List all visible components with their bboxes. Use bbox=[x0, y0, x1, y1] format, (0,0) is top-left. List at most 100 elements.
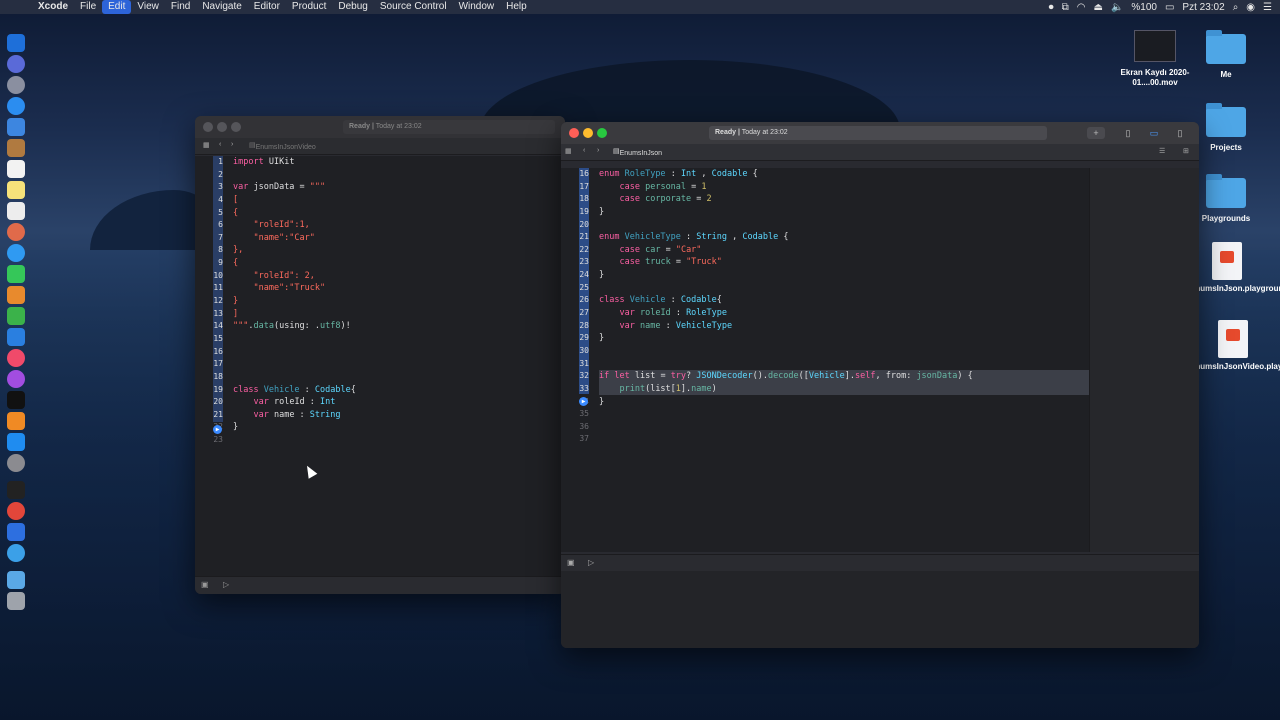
code-line[interactable]: 31 bbox=[561, 358, 1089, 371]
back-icon[interactable]: ‹ bbox=[219, 141, 221, 148]
inspector-toggle-icon[interactable]: ▯ bbox=[1171, 127, 1189, 139]
hide-debug-area-icon[interactable]: ▣ bbox=[567, 558, 575, 567]
code-line[interactable]: 3 var jsonData = """ bbox=[195, 181, 565, 194]
code-editor[interactable]: 16 enum RoleType : Int , Codable {17 case… bbox=[561, 168, 1089, 552]
code-line[interactable]: 19} bbox=[561, 206, 1089, 219]
code-line[interactable]: 18 case corporate = 2 bbox=[561, 193, 1089, 206]
code-line[interactable]: 33 print(list[1].name) bbox=[561, 383, 1089, 396]
code-line[interactable]: 27 var roleId : RoleType bbox=[561, 307, 1089, 320]
books-icon[interactable] bbox=[7, 412, 25, 430]
menu-help[interactable]: Help bbox=[500, 0, 533, 14]
code-line[interactable]: 34} bbox=[561, 396, 1089, 409]
add-editor-icon[interactable]: ⊞ bbox=[1183, 147, 1189, 155]
music-icon[interactable] bbox=[7, 349, 25, 367]
code-line[interactable]: 11 "name":"Truck" bbox=[195, 282, 565, 295]
code-line[interactable]: 20 bbox=[561, 219, 1089, 232]
wifi-icon[interactable]: ◠ bbox=[1077, 2, 1086, 13]
chrome-icon[interactable] bbox=[7, 502, 25, 520]
close-button[interactable] bbox=[203, 122, 213, 132]
menu-window[interactable]: Window bbox=[453, 0, 501, 14]
run-to-line-icon[interactable]: ▶ bbox=[213, 425, 222, 434]
code-line[interactable]: 2 bbox=[195, 169, 565, 182]
code-line[interactable]: 17 case personal = 1 bbox=[561, 181, 1089, 194]
launchpad-icon[interactable] bbox=[7, 76, 25, 94]
code-line[interactable]: 18 bbox=[195, 371, 565, 384]
forward-icon[interactable]: › bbox=[597, 147, 599, 154]
code-line[interactable]: 37 bbox=[561, 433, 1089, 446]
code-line[interactable]: 15 bbox=[195, 333, 565, 346]
zoom-button[interactable] bbox=[597, 128, 607, 138]
podcasts-icon[interactable] bbox=[7, 370, 25, 388]
code-line[interactable]: 20 var roleId : Int bbox=[195, 396, 565, 409]
menu-navigate[interactable]: Navigate bbox=[196, 0, 247, 14]
notes-icon[interactable] bbox=[7, 181, 25, 199]
eject-icon[interactable]: ⏏ bbox=[1093, 2, 1102, 13]
pages-icon[interactable] bbox=[7, 286, 25, 304]
trash-icon[interactable] bbox=[7, 592, 25, 610]
photos-icon[interactable] bbox=[7, 223, 25, 241]
code-line[interactable]: 23 case truck = "Truck" bbox=[561, 256, 1089, 269]
hide-debug-area-icon[interactable]: ▣ bbox=[201, 580, 209, 589]
downloads-folder-icon[interactable] bbox=[7, 571, 25, 589]
desktop-item-enumsinjson-playground[interactable]: EnumsInJson.playground bbox=[1190, 242, 1280, 294]
app-store-icon[interactable] bbox=[7, 433, 25, 451]
library-add-button[interactable]: + bbox=[1087, 127, 1105, 139]
code-line[interactable]: 35 bbox=[561, 408, 1089, 421]
code-line[interactable]: 9{ bbox=[195, 257, 565, 270]
system-preferences-icon[interactable] bbox=[7, 454, 25, 472]
menu-source-control[interactable]: Source Control bbox=[374, 0, 453, 14]
siri-icon[interactable]: ◉ bbox=[1246, 2, 1255, 13]
menu-view[interactable]: View bbox=[131, 0, 165, 14]
safari-icon[interactable] bbox=[7, 97, 25, 115]
code-line[interactable]: 16 enum RoleType : Int , Codable { bbox=[561, 168, 1089, 181]
desktop-item-enumsinjsonvideo-playground[interactable]: EnumsInJsonVideo.playground bbox=[1190, 320, 1280, 372]
code-line[interactable]: 13] bbox=[195, 308, 565, 321]
code-line[interactable]: 25 bbox=[561, 282, 1089, 295]
execute-playground-icon[interactable]: ▷ bbox=[588, 558, 594, 567]
grid-icon[interactable]: ▦ bbox=[565, 147, 572, 155]
code-line[interactable]: 10 "roleId": 2, bbox=[195, 270, 565, 283]
code-line[interactable]: 30 bbox=[561, 345, 1089, 358]
debug-area-toggle-icon[interactable]: ▭ bbox=[1145, 127, 1163, 139]
terminal-icon[interactable] bbox=[7, 481, 25, 499]
code-line[interactable]: 14 """.data(using: .utf8)! bbox=[195, 320, 565, 333]
editor-options-icon[interactable]: ☰ bbox=[1159, 147, 1165, 155]
minimize-button[interactable] bbox=[583, 128, 593, 138]
code-editor[interactable]: 1 import UIKit 2 3 var jsonData = """ 4[5{6 "… bbox=[195, 156, 565, 576]
keynote-icon[interactable] bbox=[7, 328, 25, 346]
calendar-icon[interactable] bbox=[7, 160, 25, 178]
console-area[interactable] bbox=[561, 571, 1199, 648]
desktop-item-me[interactable]: Me bbox=[1186, 30, 1266, 80]
code-line[interactable]: 21 enum VehicleType : String , Codable { bbox=[561, 231, 1089, 244]
siri-dock-icon[interactable] bbox=[7, 55, 25, 73]
code-line[interactable]: 12} bbox=[195, 295, 565, 308]
code-line[interactable]: 6 "roleId":1, bbox=[195, 219, 565, 232]
reminders-icon[interactable] bbox=[7, 202, 25, 220]
zoom-button[interactable] bbox=[231, 122, 241, 132]
menu-edit[interactable]: Edit bbox=[102, 0, 132, 14]
menu-editor[interactable]: Editor bbox=[248, 0, 286, 14]
edge-icon[interactable] bbox=[7, 544, 25, 562]
screen-share-icon[interactable]: ⧉ bbox=[1062, 2, 1069, 13]
menu-file[interactable]: File bbox=[74, 0, 102, 14]
code-line[interactable]: 19 class Vehicle : Codable{ bbox=[195, 384, 565, 397]
messages-icon[interactable] bbox=[7, 244, 25, 262]
jump-bar-file[interactable]: ▤ EnumsInJsonVideo bbox=[249, 141, 316, 151]
menu-product[interactable]: Product bbox=[286, 0, 332, 14]
grid-icon[interactable]: ▦ bbox=[203, 141, 210, 149]
code-line[interactable]: 5{ bbox=[195, 207, 565, 220]
code-line[interactable]: 36 bbox=[561, 421, 1089, 434]
spotlight-icon[interactable]: ⌕ bbox=[1233, 2, 1239, 13]
code-line[interactable]: 4[ bbox=[195, 194, 565, 207]
navigator-toggle-icon[interactable]: ▯ bbox=[1119, 127, 1137, 139]
code-line[interactable]: 28 var name : VehicleType bbox=[561, 320, 1089, 333]
back-icon[interactable]: ‹ bbox=[583, 147, 585, 154]
code-line[interactable]: 32 if let list = try? JSONDecoder().decod… bbox=[561, 370, 1089, 383]
finder-icon[interactable] bbox=[7, 34, 25, 52]
execute-playground-icon[interactable]: ▷ bbox=[223, 580, 229, 589]
desktop-item-screen-recording[interactable]: Ekran Kaydı 2020-01....00.mov bbox=[1115, 30, 1195, 88]
menu-debug[interactable]: Debug bbox=[332, 0, 373, 14]
code-line[interactable]: 29} bbox=[561, 332, 1089, 345]
code-line[interactable]: 26 class Vehicle : Codable{ bbox=[561, 294, 1089, 307]
menu-app-name[interactable]: Xcode bbox=[32, 0, 74, 14]
